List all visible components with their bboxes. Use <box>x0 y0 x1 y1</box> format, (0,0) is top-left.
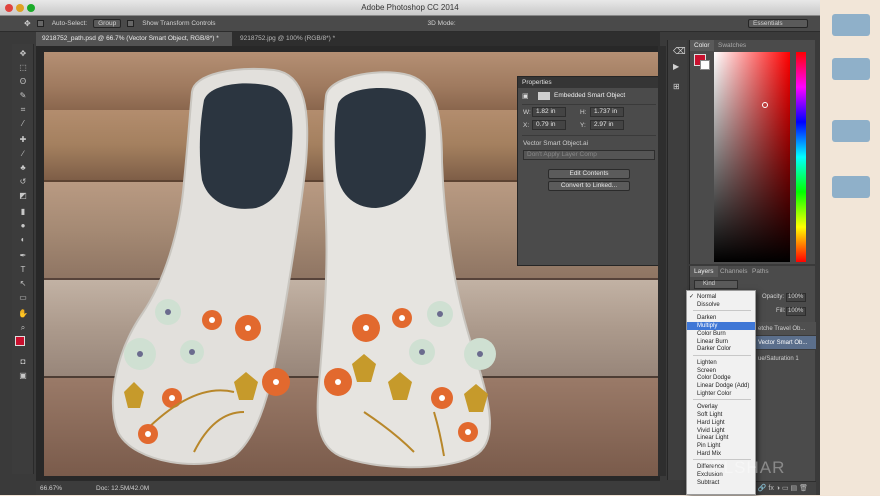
shape-tool-icon[interactable]: ▭ <box>16 292 30 304</box>
quick-select-tool-icon[interactable]: ✎ <box>16 90 30 102</box>
tools-panel: ✥ ⬚ ʘ ✎ ⌗ ⁄ ✚ ∕ ♣ ↺ ◩ ▮ ● ◐ ✒ T ↖ ▭ ✋ ⌕ … <box>12 44 34 474</box>
stamp-tool-icon[interactable]: ♣ <box>16 162 30 174</box>
tab-label: 9218752.jpg @ 100% (RGB/8*) * <box>240 35 336 42</box>
properties-icon[interactable]: ⊞ <box>673 82 680 91</box>
blend-mode-option[interactable]: Subtract <box>687 479 755 487</box>
opacity-label: Opacity: <box>762 294 785 300</box>
height-field[interactable]: 1.737 in <box>590 107 624 117</box>
mode-3d-label: 3D Mode: <box>427 20 456 27</box>
hue-slider[interactable] <box>796 52 806 262</box>
filter-kind-dropdown[interactable]: Kind <box>694 280 738 289</box>
blend-mode-option[interactable]: Darker Color <box>687 345 755 353</box>
healing-tool-icon[interactable]: ✚ <box>16 134 30 146</box>
color-panel: Color Swatches <box>689 40 815 264</box>
tab-document-jpg[interactable]: 9218752.jpg @ 100% (RGB/8*) * <box>234 32 374 46</box>
menu-separator <box>693 310 751 312</box>
path-select-tool-icon[interactable]: ↖ <box>16 278 30 290</box>
close-window-button[interactable] <box>5 4 13 12</box>
photoshop-window: Adobe Photoshop CC 2014 ✥ Auto-Select: G… <box>0 0 820 495</box>
w-label: W: <box>523 109 531 116</box>
h-label: H: <box>580 109 587 116</box>
options-bar: ✥ Auto-Select: Group Show Transform Cont… <box>0 16 820 32</box>
auto-select-label: Auto-Select: <box>51 20 88 27</box>
panel-dock-strip: ⌫ ▶ ⊞ <box>667 40 687 480</box>
watermark: TELSHAR <box>700 458 786 477</box>
tab-paths[interactable]: Paths <box>748 266 773 277</box>
convert-to-linked-button[interactable]: Convert to Linked... <box>548 181 630 191</box>
tab-document-psd[interactable]: 9218752_path.psd @ 66.7% (Vector Smart O… <box>36 32 232 46</box>
desktop-folder-icon[interactable] <box>832 120 870 142</box>
width-field[interactable]: 1.82 in <box>532 107 566 117</box>
hand-tool-icon[interactable]: ✋ <box>16 308 30 320</box>
pen-tool-icon[interactable]: ✒ <box>16 250 30 262</box>
zoom-window-button[interactable] <box>27 4 35 12</box>
smart-object-icon: ▣ <box>522 93 529 100</box>
fill-field[interactable]: 100% <box>786 307 806 316</box>
y-field[interactable]: 2.97 in <box>590 120 624 130</box>
status-bar: 66.67% Doc: 12.5M/42.0M <box>36 480 660 495</box>
workspace-dropdown[interactable]: Essentials <box>748 19 808 28</box>
canvas-scrollbar[interactable] <box>658 46 666 476</box>
y-label: Y: <box>580 122 586 129</box>
minimize-window-button[interactable] <box>16 4 24 12</box>
properties-title: Properties <box>518 77 659 88</box>
history-icon[interactable]: ⌫ <box>673 46 686 57</box>
desktop-folder-icon[interactable] <box>832 58 870 80</box>
show-transform-label: Show Transform Controls <box>142 20 216 27</box>
show-transform-checkbox[interactable] <box>127 20 135 27</box>
right-shoe <box>316 71 491 469</box>
eraser-tool-icon[interactable]: ◩ <box>16 190 30 202</box>
blur-tool-icon[interactable]: ● <box>16 220 30 232</box>
tab-swatches[interactable]: Swatches <box>714 40 750 51</box>
tab-channels[interactable]: Channels <box>716 266 751 277</box>
history-brush-icon[interactable]: ↺ <box>16 176 30 188</box>
edit-contents-button[interactable]: Edit Contents <box>548 169 630 179</box>
x-field[interactable]: 0.79 in <box>532 120 566 130</box>
crop-tool-icon[interactable]: ⌗ <box>16 104 30 116</box>
auto-select-dropdown[interactable]: Group <box>93 19 122 28</box>
menu-separator <box>693 399 751 401</box>
document-tabs: 9218752_path.psd @ 66.7% (Vector Smart O… <box>36 32 660 46</box>
background-swatch[interactable] <box>700 60 710 70</box>
color-field[interactable] <box>714 52 790 262</box>
x-label: X: <box>523 122 530 129</box>
tab-layers[interactable]: Layers <box>690 266 718 277</box>
blend-mode-option[interactable]: Dissolve <box>687 301 755 309</box>
brush-tool-icon[interactable]: ∕ <box>16 148 30 160</box>
marquee-tool-icon[interactable]: ⬚ <box>16 62 30 74</box>
blend-mode-option[interactable]: Hard Mix <box>687 450 755 458</box>
properties-panel: Properties ▣ Embedded Smart Object W: 1.… <box>517 76 660 266</box>
layer-thumbnail-icon <box>538 92 550 100</box>
move-tool-icon[interactable]: ✥ <box>24 19 31 28</box>
gradient-tool-icon[interactable]: ▮ <box>16 206 30 218</box>
auto-select-checkbox[interactable] <box>36 20 44 27</box>
source-file: Vector Smart Object.ai <box>523 140 589 147</box>
blend-mode-option[interactable]: Lighter Color <box>687 390 755 398</box>
dodge-tool-icon[interactable]: ◐ <box>16 234 30 246</box>
menu-separator <box>693 354 751 356</box>
desktop-folder-icon[interactable] <box>832 176 870 198</box>
desktop-folder-icon[interactable] <box>832 14 870 36</box>
smart-object-type: Embedded Smart Object <box>554 92 626 99</box>
fill-label: Fill: <box>776 308 786 314</box>
left-shoe <box>112 68 309 465</box>
opacity-field[interactable]: 100% <box>786 293 806 302</box>
move-tool-icon[interactable]: ✥ <box>16 48 30 60</box>
eyedropper-tool-icon[interactable]: ⁄ <box>16 118 30 130</box>
tab-color[interactable]: Color <box>690 40 714 51</box>
color-picker-cursor[interactable] <box>762 102 768 108</box>
type-tool-icon[interactable]: T <box>16 264 30 276</box>
quick-mask-icon[interactable]: ◘ <box>16 356 30 368</box>
window-title: Adobe Photoshop CC 2014 <box>361 3 459 12</box>
doc-size: Doc: 12.5M/42.0M <box>96 485 150 492</box>
zoom-tool-icon[interactable]: ⌕ <box>16 322 30 334</box>
layer-comp-dropdown[interactable]: Don't Apply Layer Comp <box>523 150 655 160</box>
actions-icon[interactable]: ▶ <box>673 62 679 71</box>
tab-label: 9218752_path.psd @ 66.7% (Vector Smart O… <box>42 35 219 42</box>
lasso-tool-icon[interactable]: ʘ <box>16 76 30 88</box>
zoom-level[interactable]: 66.67% <box>40 481 62 496</box>
screen-mode-icon[interactable]: ▣ <box>16 370 30 382</box>
foreground-color-swatch[interactable] <box>15 336 25 346</box>
title-bar: Adobe Photoshop CC 2014 <box>0 0 820 16</box>
